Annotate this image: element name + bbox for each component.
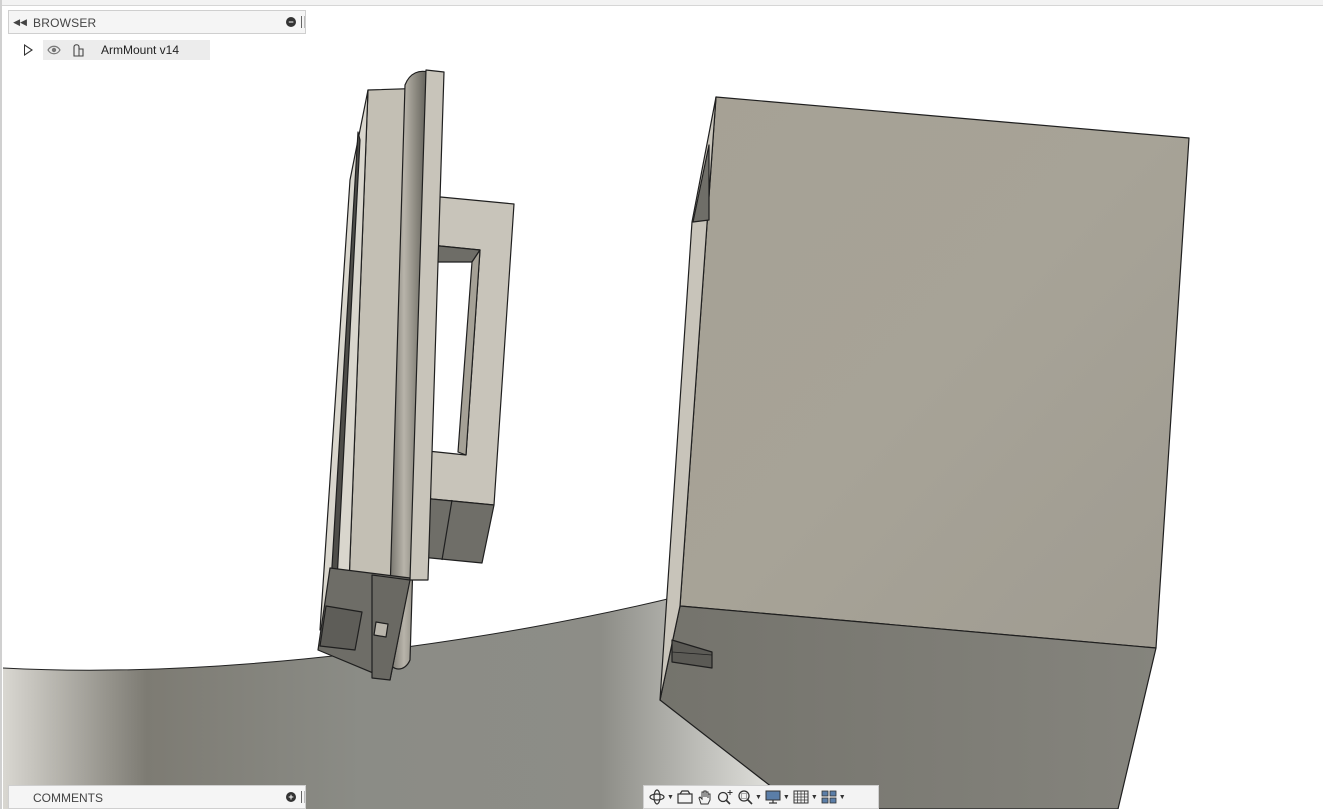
fit-button[interactable]: ▼ — [736, 787, 762, 807]
display-settings-button[interactable]: ▼ — [764, 787, 790, 807]
eye-icon[interactable] — [47, 44, 61, 56]
bracket-part[interactable] — [317, 69, 515, 681]
look-at-icon — [677, 790, 693, 804]
navigation-toolbar: ▼ ▼ ▼ ▼ ▼ — [643, 785, 879, 809]
viewports-button[interactable]: ▼ — [820, 787, 846, 807]
viewports-icon — [821, 790, 837, 804]
browser-title: BROWSER — [33, 16, 97, 30]
zoom-icon — [717, 790, 733, 805]
comments-title: COMMENTS — [33, 791, 103, 805]
orbit-icon — [649, 789, 665, 805]
pan-button[interactable] — [696, 787, 714, 807]
grid-icon — [793, 790, 809, 804]
minus-circle-icon[interactable]: − — [286, 17, 296, 27]
zoom-window-icon — [738, 790, 753, 805]
hand-icon — [698, 790, 711, 805]
look-at-button[interactable] — [676, 787, 694, 807]
browser-item-armmount[interactable]: ArmMount v14 — [43, 40, 210, 60]
orbit-button[interactable]: ▼ — [648, 787, 674, 807]
grid-button[interactable]: ▼ — [792, 787, 818, 807]
triangle-right-icon[interactable] — [24, 44, 33, 56]
chevron-down-icon: ▼ — [754, 793, 762, 801]
chevron-down-icon: ▼ — [838, 793, 846, 801]
browser-panel-header: ◀◀ BROWSER − — [8, 10, 306, 34]
panel-grip-icon[interactable] — [301, 16, 305, 28]
box-part[interactable] — [659, 96, 1190, 809]
comments-panel-header: COMMENTS + — [8, 785, 306, 809]
chevron-down-icon: ▼ — [810, 793, 818, 801]
chevron-down-icon: ▼ — [782, 793, 790, 801]
chevron-down-icon: ▼ — [667, 793, 674, 801]
double-chevron-left-icon[interactable]: ◀◀ — [13, 15, 27, 29]
browser-item-label: ArmMount v14 — [101, 43, 180, 57]
panel-grip-icon[interactable] — [301, 791, 305, 803]
monitor-icon — [765, 790, 781, 804]
plus-circle-icon[interactable]: + — [286, 792, 296, 802]
component-icon — [73, 44, 84, 57]
zoom-button[interactable] — [716, 787, 734, 807]
3d-viewport[interactable] — [0, 0, 1323, 809]
left-edge — [0, 0, 2, 809]
top-toolbar-edge — [0, 0, 1323, 6]
